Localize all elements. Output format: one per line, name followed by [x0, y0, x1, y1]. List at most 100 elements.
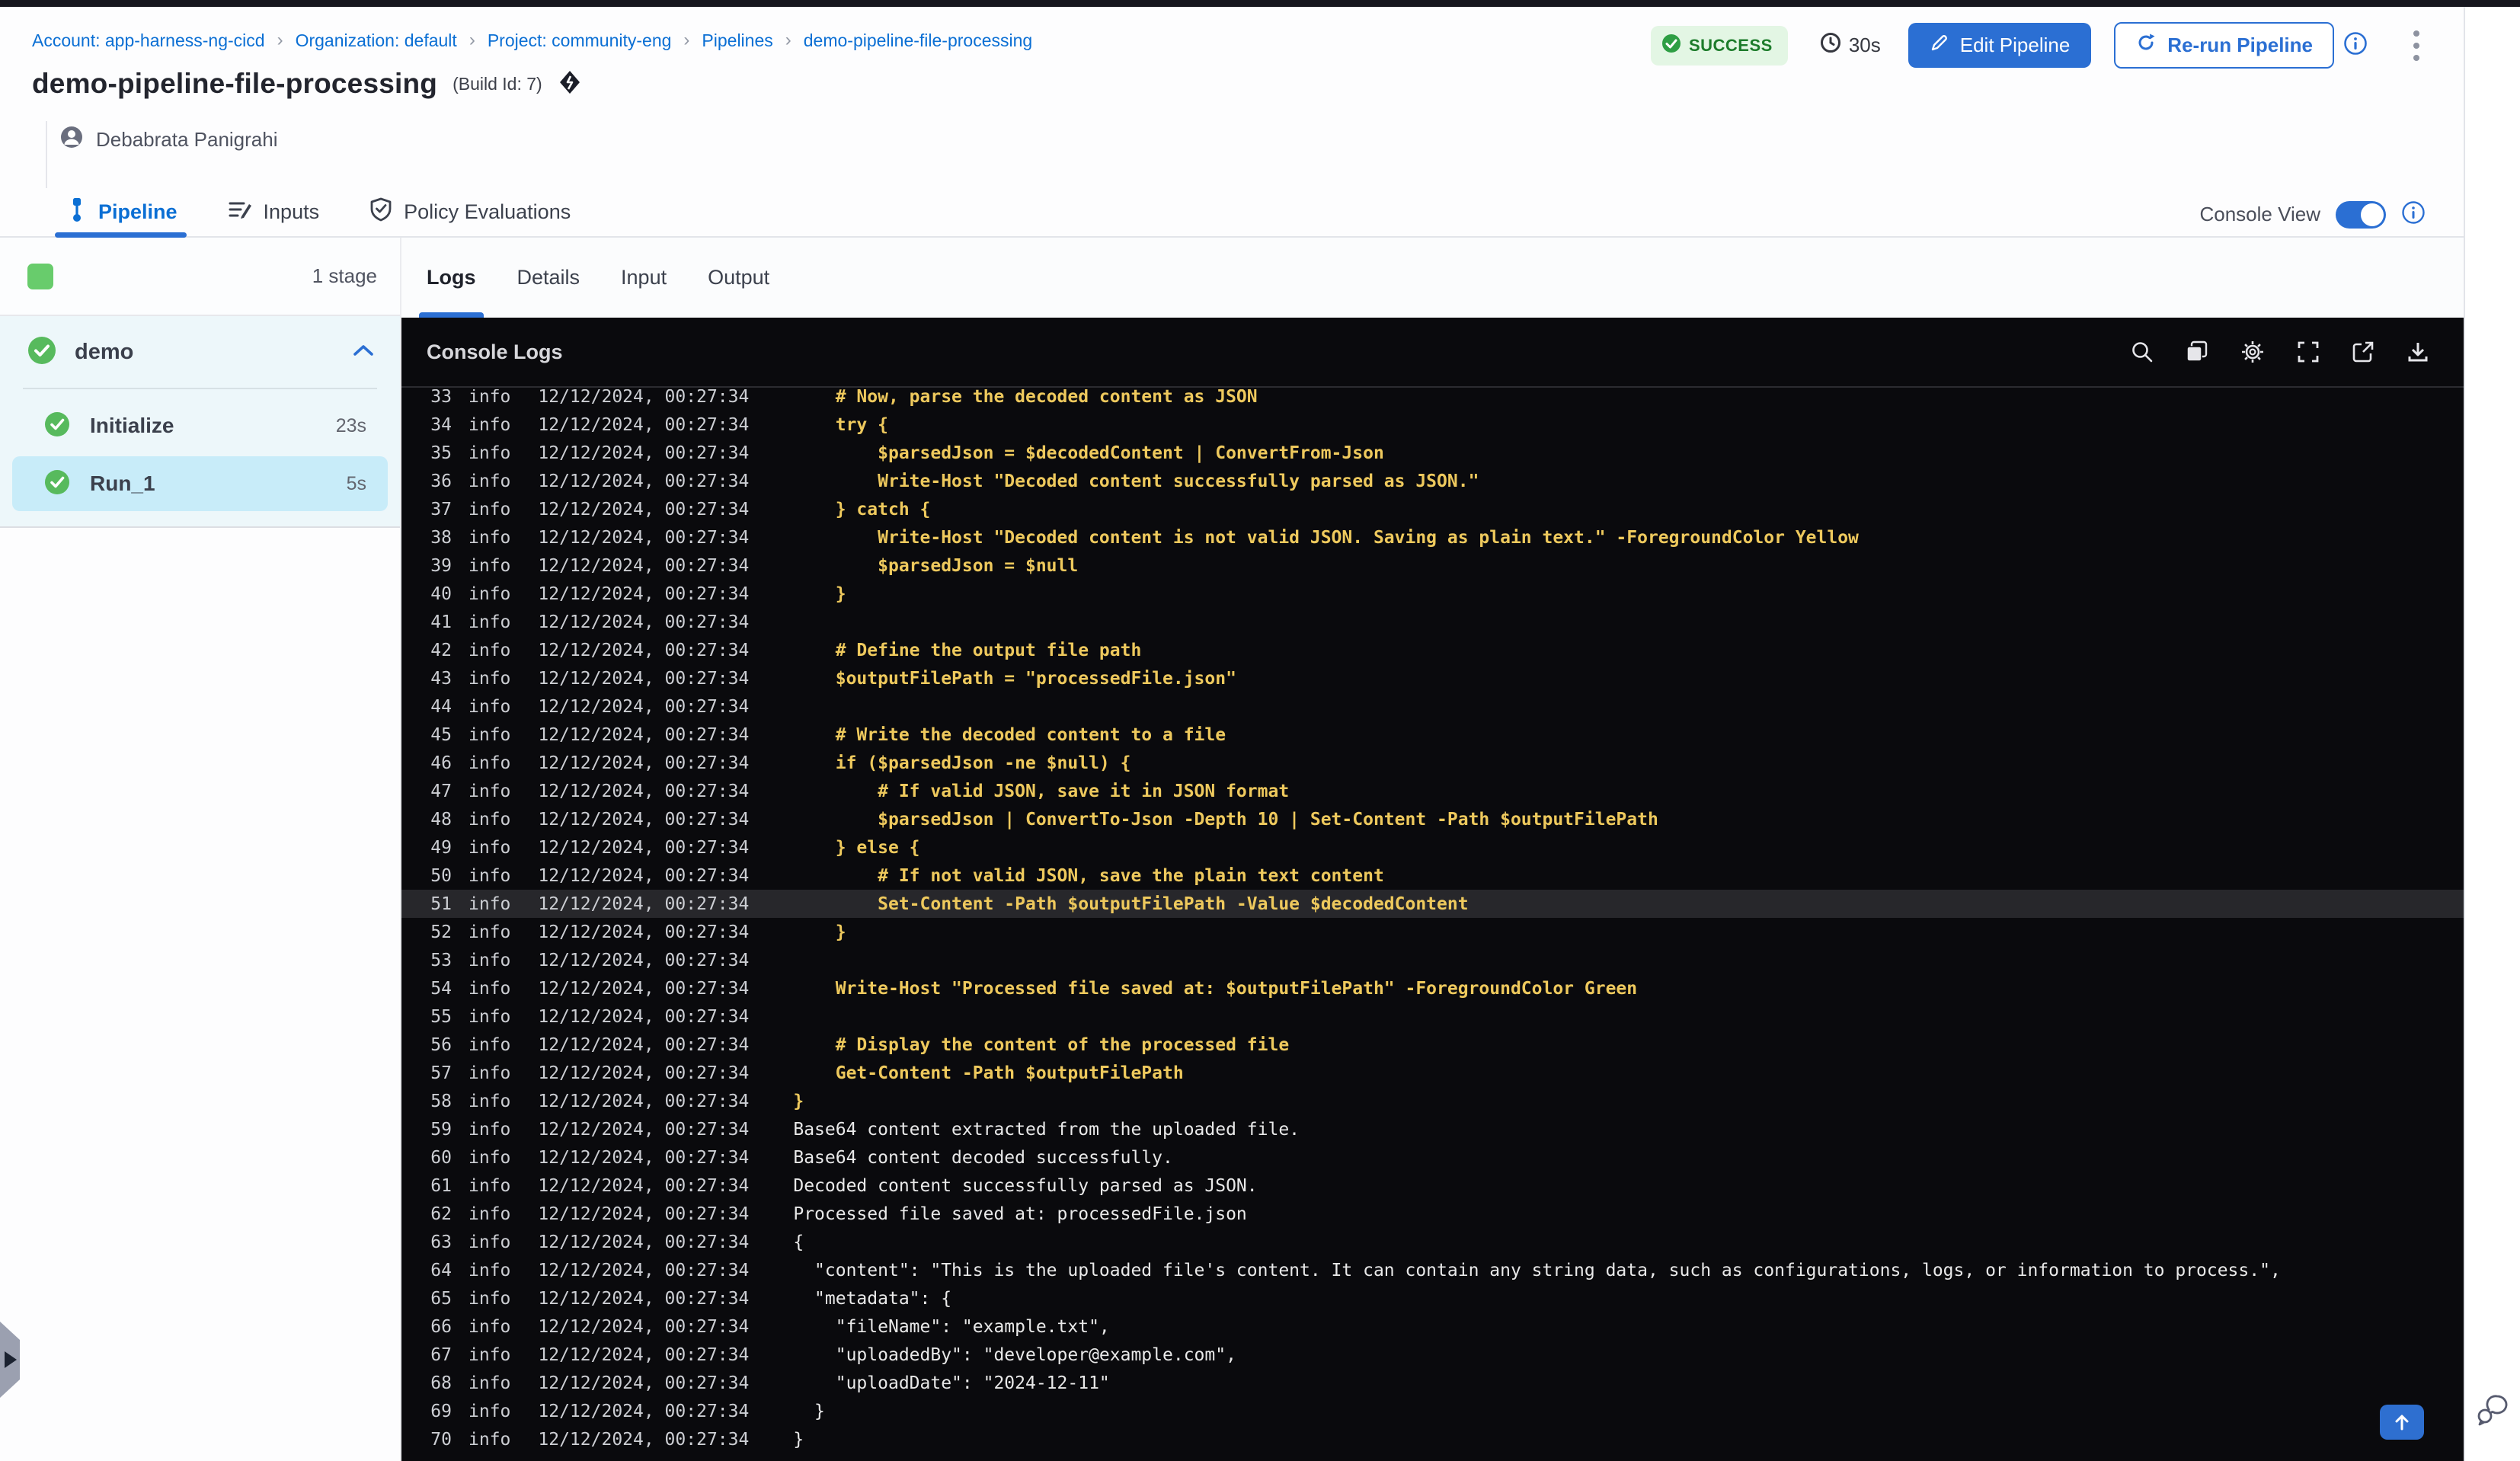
log-line: 35 info 12/12/2024, 00:27:34 $parsedJson =…: [401, 439, 2464, 467]
log-text: } catch {: [793, 499, 931, 520]
log-line-number: 40: [430, 583, 452, 604]
inputs-icon: [228, 198, 252, 226]
log-timestamp: 12/12/2024, 00:27:34: [538, 1147, 750, 1168]
log-line-number: 43: [430, 668, 452, 689]
log-text: }: [793, 1091, 804, 1111]
log-level: info: [469, 1006, 511, 1027]
stage-group-header[interactable]: demo: [0, 316, 400, 388]
log-text: # Write the decoded content to a file: [793, 724, 1226, 745]
log-line-number: 48: [430, 809, 452, 830]
log-text: if ($parsedJson -ne $null) {: [793, 753, 1131, 773]
log-text: $outputFilePath = "processedFile.json": [793, 668, 1236, 689]
log-text: "uploadDate": "2024-12-11": [793, 1373, 1110, 1393]
log-line-number: 45: [430, 724, 452, 745]
breadcrumb-separator: ›: [785, 30, 791, 50]
stage-status-square: [27, 263, 53, 289]
chevron-up-icon[interactable]: [353, 344, 374, 361]
step-row-run_1[interactable]: Run_1 5s: [12, 456, 388, 511]
console-view-toggle[interactable]: [2336, 200, 2386, 229]
log-level: info: [469, 612, 511, 632]
edit-pipeline-button[interactable]: Edit Pipeline: [1908, 23, 2092, 68]
log-line: 51 info 12/12/2024, 00:27:34 Set-Content -…: [401, 890, 2464, 918]
console-panel: Console Logs 33 info 12/12/2024, 00:27:3…: [401, 318, 2464, 1461]
log-line: 39 info 12/12/2024, 00:27:34 $parsedJson =…: [401, 551, 2464, 580]
author-name: Debabrata Panigrahi: [96, 128, 278, 151]
log-line: 52 info 12/12/2024, 00:27:34 }: [401, 918, 2464, 946]
page-header: Account: app-harness-ng-cicd › Organizatio…: [0, 7, 2464, 238]
search-icon[interactable]: [2130, 340, 2154, 364]
edit-pipeline-label: Edit Pipeline: [1959, 34, 2071, 56]
log-line: 63 info 12/12/2024, 00:27:34 {: [401, 1228, 2464, 1256]
log-level: info: [469, 950, 511, 970]
log-text: Decoded content successfully parsed as J…: [793, 1175, 1258, 1196]
console-title: Console Logs: [427, 340, 563, 363]
stage-group-name: demo: [75, 339, 134, 364]
console-view-info-icon[interactable]: [2401, 200, 2426, 229]
log-line: 55 info 12/12/2024, 00:27:34: [401, 1002, 2464, 1031]
duration: 30s: [1820, 32, 1881, 59]
log-level: info: [469, 499, 511, 520]
step-duration: 5s: [346, 472, 366, 494]
tab-pipeline[interactable]: Pipeline: [55, 187, 187, 238]
console-view-label: Console View: [2199, 203, 2320, 225]
settings-icon[interactable]: [2240, 339, 2266, 365]
log-timestamp: 12/12/2024, 00:27:34: [538, 922, 750, 942]
more-options-menu[interactable]: [2409, 26, 2424, 66]
stages-sidebar: 1 stage demo Initialize 23s Run_1 5s: [0, 238, 401, 1461]
tab-pipeline-label: Pipeline: [98, 200, 177, 223]
log-viewport[interactable]: 33 info 12/12/2024, 00:27:34 # Now, parse …: [401, 389, 2464, 1461]
log-level: info: [469, 555, 511, 576]
scroll-to-top-button[interactable]: [2380, 1405, 2424, 1440]
step-row-initialize[interactable]: Initialize 23s: [12, 398, 388, 453]
log-text: "uploadedBy": "developer@example.com",: [793, 1344, 1236, 1365]
log-timestamp: 12/12/2024, 00:27:34: [538, 724, 750, 745]
log-timestamp: 12/12/2024, 00:27:34: [538, 696, 750, 717]
log-timestamp: 12/12/2024, 00:27:34: [538, 1063, 750, 1083]
avatar-icon: [59, 125, 84, 155]
breadcrumb-item[interactable]: demo-pipeline-file-processing: [804, 30, 1032, 51]
log-level: info: [469, 389, 511, 407]
breadcrumb-item[interactable]: Account: app-harness-ng-cicd: [32, 30, 265, 51]
console-view-control: Console View: [2199, 200, 2426, 229]
tab-output[interactable]: Output: [708, 238, 769, 318]
help-chat-icon[interactable]: [2474, 1393, 2511, 1431]
log-line: 65 info 12/12/2024, 00:27:34 "metadata": {: [401, 1284, 2464, 1312]
step-success-icon: [44, 411, 70, 441]
log-line: 61 info 12/12/2024, 00:27:34 Decoded conten…: [401, 1172, 2464, 1200]
log-level: info: [469, 1063, 511, 1083]
breadcrumb-separator: ›: [469, 30, 475, 50]
log-line-number: 51: [430, 894, 452, 914]
breadcrumb-item[interactable]: Project: community-eng: [488, 30, 672, 51]
download-icon[interactable]: [2406, 340, 2430, 364]
page-title: demo-pipeline-file-processing: [32, 68, 438, 99]
breadcrumb-item[interactable]: Organization: default: [296, 30, 457, 51]
rerun-info-icon[interactable]: [2343, 31, 2368, 59]
log-line-number: 52: [430, 922, 452, 942]
breadcrumb-item[interactable]: Pipelines: [702, 30, 772, 51]
pipeline-icon: [67, 197, 87, 228]
log-level: info: [469, 1344, 511, 1365]
log-level: info: [469, 640, 511, 660]
log-timestamp: 12/12/2024, 00:27:34: [538, 1429, 750, 1450]
log-text: "metadata": {: [793, 1288, 952, 1309]
log-level: info: [469, 696, 511, 717]
tab-details[interactable]: Details: [517, 238, 580, 318]
tab-inputs[interactable]: Inputs: [228, 187, 319, 236]
log-line-number: 57: [430, 1063, 452, 1083]
rerun-pipeline-button[interactable]: Re-run Pipeline: [2114, 22, 2334, 69]
stage-count-label: 1 stage: [312, 264, 377, 287]
log-timestamp: 12/12/2024, 00:27:34: [538, 781, 750, 801]
log-line: 45 info 12/12/2024, 00:27:34 # Write the d…: [401, 721, 2464, 749]
log-timestamp: 12/12/2024, 00:27:34: [538, 1316, 750, 1337]
log-line: 67 info 12/12/2024, 00:27:34 "uploadedBy":…: [401, 1341, 2464, 1369]
tab-logs[interactable]: Logs: [419, 238, 483, 318]
copy-icon[interactable]: [2185, 340, 2209, 364]
log-timestamp: 12/12/2024, 00:27:34: [538, 443, 750, 463]
log-timestamp: 12/12/2024, 00:27:34: [538, 950, 750, 970]
log-line: 58 info 12/12/2024, 00:27:34}: [401, 1087, 2464, 1115]
tab-policy-evaluations[interactable]: Policy Evaluations: [369, 187, 571, 236]
log-line: 57 info 12/12/2024, 00:27:34 Get-Content -…: [401, 1059, 2464, 1087]
tab-input[interactable]: Input: [621, 238, 667, 318]
fullscreen-icon[interactable]: [2296, 340, 2320, 364]
open-in-new-icon[interactable]: [2351, 340, 2375, 364]
